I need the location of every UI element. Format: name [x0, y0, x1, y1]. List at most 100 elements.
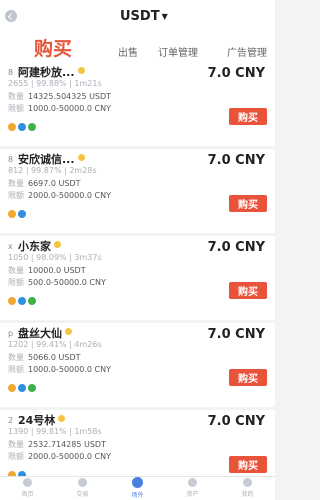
verified-icon	[77, 67, 85, 74]
bank-payment-icon	[8, 123, 16, 131]
tab-ads[interactable]: 广告管理	[227, 44, 267, 59]
alipay-payment-icon	[18, 297, 26, 305]
payment-methods	[8, 377, 38, 392]
buy-button[interactable]: 购买	[229, 282, 267, 299]
nav-label: 首页	[21, 491, 34, 498]
merchant-stats: 1202 | 99.41% | 4m26s	[8, 340, 102, 349]
limit-row: 限额 1000.0-50000.0 CNY	[8, 364, 111, 375]
bottom-nav: 首页 交易 场外 资产 我的	[0, 476, 275, 500]
unit-price: 7.0 CNY	[207, 153, 265, 168]
limit-label: 限额	[8, 365, 24, 374]
bank-payment-icon	[8, 297, 16, 305]
nav-item[interactable]: 交易	[55, 477, 110, 500]
tab-buy[interactable]: 购买	[34, 34, 72, 61]
merchant-rank-badge: x	[8, 242, 13, 251]
merchant-stats: 812 | 99.87% | 2m28s	[8, 166, 97, 175]
quantity-label: 数量	[8, 179, 24, 188]
bank-payment-icon	[8, 384, 16, 392]
nav-item[interactable]: 首页	[0, 477, 55, 500]
bank-payment-icon	[8, 210, 16, 218]
buy-button[interactable]: 购买	[229, 369, 267, 386]
merchant-name[interactable]: 阿建秒放...	[18, 66, 75, 79]
listing-card[interactable]: 8 阿建秒放... 2655 | 99.88% | 1m21s 数量 14325.504…	[0, 62, 275, 146]
profile-icon	[243, 478, 252, 487]
merchant-stats: 2655 | 99.88% | 1m21s	[8, 79, 102, 88]
payment-methods	[8, 464, 28, 479]
quantity-label: 数量	[8, 266, 24, 275]
payment-methods	[8, 203, 28, 218]
buy-button[interactable]: 购买	[229, 195, 267, 212]
unit-price: 7.0 CNY	[207, 414, 265, 429]
buy-button[interactable]: 购买	[229, 456, 267, 473]
quantity-value: 14325.504325 USDT	[28, 92, 112, 101]
limit-value: 500.0-50000.0 CNY	[28, 278, 106, 287]
limit-row: 限额 2000.0-50000.0 CNY	[8, 190, 111, 201]
listing-card[interactable]: x 小东家 1050 | 98.09% | 3m37s 数量 10000.0 USDT 限…	[0, 236, 275, 320]
merchant-stats: 1390 | 99.81% | 1m58s	[8, 427, 102, 436]
verified-icon	[54, 241, 61, 248]
verified-icon	[77, 154, 85, 161]
merchant-name-wrap: 24号林	[18, 412, 66, 428]
alipay-payment-icon	[18, 384, 26, 392]
nav-label: 我的	[241, 491, 254, 498]
quantity-row: 数量 6697.0 USDT	[8, 178, 81, 189]
currency-label: USDT	[120, 9, 160, 24]
nav-item[interactable]: 资产	[165, 477, 220, 500]
wechat-payment-icon	[28, 297, 36, 305]
limit-row: 限额 500.0-50000.0 CNY	[8, 277, 106, 288]
listing-list: 8 阿建秒放... 2655 | 99.88% | 1m21s 数量 14325.504…	[0, 62, 275, 497]
listing-card[interactable]: 8 安欣诚信... 812 | 99.87% | 2m28s 数量 6697.0 USD…	[0, 149, 275, 233]
limit-value: 1000.0-50000.0 CNY	[28, 104, 111, 113]
quantity-row: 数量 5066.0 USDT	[8, 352, 81, 363]
nav-label: 交易	[76, 491, 89, 498]
merchant-rank-badge: 2	[8, 416, 14, 425]
currency-selector[interactable]: USDT ▼	[120, 9, 168, 24]
limit-row: 限额 2000.0-50000.0 CNY	[8, 451, 111, 462]
merchant-name[interactable]: 24号林	[18, 414, 55, 427]
home-icon	[23, 478, 32, 487]
limit-row: 限额 1000.0-50000.0 CNY	[8, 103, 111, 114]
otc-icon	[132, 477, 143, 488]
merchant-name-wrap: 盘丝大仙	[18, 325, 72, 341]
top-bar: USDT ▼	[0, 0, 275, 32]
limit-label: 限额	[8, 452, 24, 461]
buy-button[interactable]: 购买	[229, 108, 267, 125]
tab-sell[interactable]: 出售	[118, 44, 138, 59]
unit-price: 7.0 CNY	[207, 240, 265, 255]
payment-methods	[8, 290, 38, 305]
quantity-row: 数量 10000.0 USDT	[8, 265, 86, 276]
merchant-rank-badge: 8	[8, 68, 14, 77]
merchant-rank-badge: p	[8, 329, 14, 338]
quantity-label: 数量	[8, 440, 24, 449]
verified-icon	[58, 415, 66, 422]
wechat-payment-icon	[28, 384, 36, 392]
limit-value: 1000.0-50000.0 CNY	[28, 365, 111, 374]
merchant-name[interactable]: 安欣诚信...	[18, 153, 75, 166]
tab-orders[interactable]: 订单管理	[158, 44, 198, 59]
nav-label: 场外	[131, 492, 144, 499]
nav-item[interactable]: 场外	[110, 477, 165, 500]
assets-icon	[188, 478, 197, 487]
alipay-payment-icon	[18, 123, 26, 131]
limit-label: 限额	[8, 191, 24, 200]
alipay-payment-icon	[18, 210, 26, 218]
nav-item[interactable]: 我的	[220, 477, 275, 500]
quantity-value: 2532.714285 USDT	[28, 440, 106, 449]
listing-card[interactable]: p 盘丝大仙 1202 | 99.41% | 4m26s 数量 5066.0 USDT 限…	[0, 323, 275, 407]
verified-icon	[65, 328, 72, 335]
limit-value: 2000.0-50000.0 CNY	[28, 452, 111, 461]
caret-down-icon: ▼	[161, 12, 168, 21]
merchant-name-wrap: 阿建秒放...	[18, 64, 85, 80]
quantity-row: 数量 14325.504325 USDT	[8, 91, 111, 102]
back-icon[interactable]	[5, 10, 17, 22]
merchant-stats: 1050 | 98.09% | 3m37s	[8, 253, 102, 262]
quantity-value: 10000.0 USDT	[28, 266, 86, 275]
trade-tabs: 购买 出售 订单管理 广告管理	[0, 32, 275, 62]
merchant-name[interactable]: 小东家	[18, 240, 51, 253]
merchant-name-wrap: 小东家	[18, 238, 61, 254]
quantity-value: 6697.0 USDT	[28, 179, 81, 188]
merchant-name[interactable]: 盘丝大仙	[18, 327, 62, 340]
merchant-name-wrap: 安欣诚信...	[18, 151, 85, 167]
nav-label: 资产	[186, 491, 199, 498]
merchant-rank-badge: 8	[8, 155, 14, 164]
